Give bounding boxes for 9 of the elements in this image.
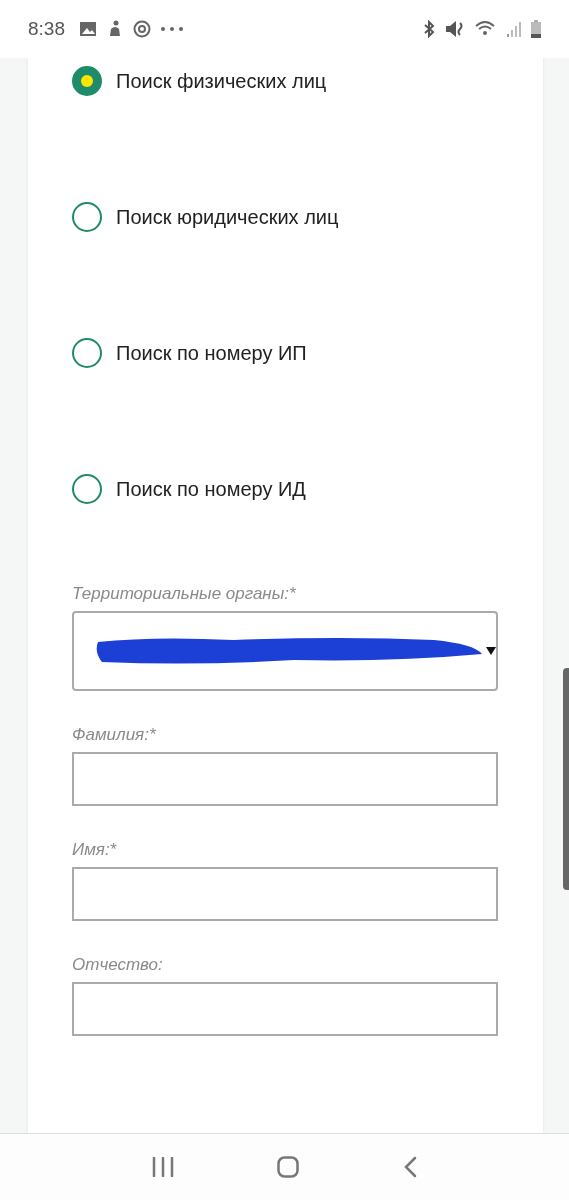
clock: 8:38 — [28, 18, 65, 40]
radio-label: Поиск физических лиц — [116, 69, 327, 93]
field-label: Отчество: — [72, 955, 164, 975]
field-label: Фамилия:* — [72, 725, 157, 745]
field-label: Территориальные органы:* — [72, 584, 297, 604]
field-label: Имя:* — [72, 840, 118, 860]
radio-label: Поиск по номеру ИД — [116, 477, 306, 501]
radio-label: Поиск по номеру ИП — [116, 341, 307, 365]
radio-label: Поиск юридических лиц — [116, 205, 339, 229]
